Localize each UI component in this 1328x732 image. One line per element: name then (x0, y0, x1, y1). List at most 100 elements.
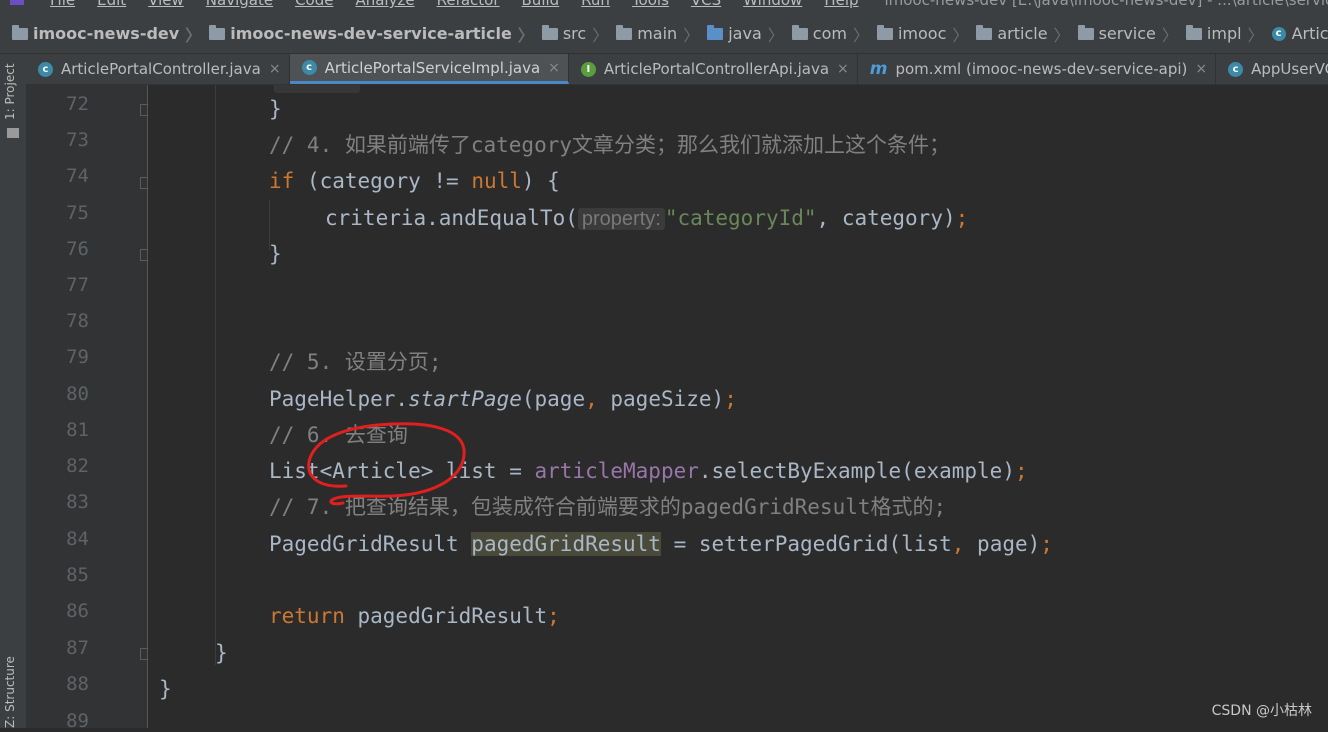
project-tool-button[interactable]: 1: Project (3, 63, 17, 120)
menu-tools[interactable]: Tools (632, 0, 669, 9)
menu-run[interactable]: Run (581, 0, 610, 9)
breadcrumb-item[interactable]: imooc-news-dev-service-article 〉 (201, 22, 534, 46)
line-number: 77 (66, 274, 89, 296)
tab-label: ArticlePortalServiceImpl.java (324, 58, 541, 77)
breadcrumb-item[interactable]: imooc 〉 (869, 22, 968, 46)
menu-code[interactable]: Code (295, 0, 333, 9)
tab-label: AppUserVO.java (1251, 60, 1328, 78)
code-line-72: } (269, 91, 282, 127)
line-number: 78 (66, 310, 89, 332)
code-token: (page (521, 387, 586, 411)
chevron-right-icon: 〉 (1161, 25, 1178, 45)
close-icon[interactable]: × (548, 60, 560, 76)
close-icon[interactable]: × (1195, 61, 1207, 77)
structure-tool-button[interactable]: Z: Structure (3, 656, 17, 728)
code-line-71 (274, 85, 360, 99)
menu-edit[interactable]: Edit (97, 0, 126, 9)
close-icon[interactable]: × (837, 61, 849, 77)
code-token: pageSize) (597, 387, 725, 411)
package-icon (876, 24, 893, 40)
code-line-88: } (159, 671, 172, 707)
code-token: } (269, 242, 282, 266)
line-number: 81 (66, 419, 89, 441)
parameter-hint (274, 85, 360, 93)
close-icon[interactable]: × (269, 61, 281, 77)
breadcrumb-item[interactable]: java 〉 (699, 22, 784, 46)
line-number: 83 (66, 491, 89, 513)
breadcrumb-item[interactable]: article 〉 (968, 22, 1070, 46)
code-string: "categoryId" (664, 206, 817, 230)
package-icon (791, 24, 808, 40)
line-number: 82 (66, 455, 89, 477)
chevron-right-icon: 〉 (952, 25, 969, 45)
code-token: page) (964, 532, 1041, 556)
breadcrumb-item[interactable]: service 〉 (1070, 22, 1178, 46)
breadcrumb-item[interactable]: main 〉 (608, 22, 699, 46)
code-line-73: // 4. 如果前端传了category文章分类；那么我们就添加上这个条件； (269, 127, 950, 163)
chevron-right-icon: 〉 (517, 25, 534, 45)
code-line-76: } (269, 236, 282, 272)
tab-article-portal-controller[interactable]: c ArticlePortalController.java × (26, 54, 290, 84)
code-keyword: null (471, 169, 522, 193)
tab-label: ArticlePortalController.java (61, 60, 261, 78)
window-title: imooc-news-dev [E:\java\imooc-news-dev] … (884, 0, 1328, 9)
code-token: PagedGridResult (269, 532, 472, 556)
menu-refactor[interactable]: Refactor (437, 0, 500, 9)
code-editor[interactable]: } // 4. 如果前端传了category文章分类；那么我们就添加上这个条件；… (148, 85, 1328, 728)
line-number: 84 (66, 528, 89, 550)
tab-article-portal-service-impl[interactable]: c ArticlePortalServiceImpl.java × (289, 54, 569, 84)
breadcrumb-label: java (728, 24, 762, 43)
chevron-right-icon: 〉 (1053, 25, 1070, 45)
code-comment: // 6. 去查询 (269, 423, 408, 447)
line-number-gutter[interactable]: 72 73 74 75 76 77 78 79 80 81 82 83 84 8… (27, 85, 152, 732)
menu-items: File Edit View Navigate Code Analyze Refactor B… (0, 0, 1328, 11)
tab-article-portal-controller-api[interactable]: I ArticlePortalControllerApi.java × (569, 54, 858, 84)
breadcrumb-item[interactable]: imooc-news-dev 〉 (0, 22, 201, 46)
line-number: 76 (66, 238, 89, 260)
breadcrumb-label: imooc-news-dev-service-article (230, 24, 512, 43)
chevron-right-icon: 〉 (185, 25, 202, 45)
breadcrumb-label: src (562, 24, 587, 43)
code-token: , (585, 387, 598, 411)
code-keyword: return (269, 604, 345, 628)
menu-analyze[interactable]: Analyze (355, 0, 414, 9)
menu-build[interactable]: Build (522, 0, 560, 9)
code-comment: // 7. 把查询结果，包装成符合前端要求的pagedGridResult格式的… (269, 495, 947, 519)
menu-navigate[interactable]: Navigate (206, 0, 273, 9)
code-line-74: if (category != null) { (269, 163, 560, 199)
code-token: ) { (521, 169, 560, 193)
code-line-81: // 6. 去查询 (269, 417, 408, 453)
breadcrumb-label: main (637, 24, 678, 43)
code-token: criteria.andEqualTo( (325, 206, 578, 230)
code-line-87: } (215, 635, 228, 671)
class-icon: c (1271, 26, 1286, 41)
tab-app-user-vo[interactable]: c AppUserVO.java (1216, 54, 1328, 84)
indent-guide (215, 85, 216, 665)
class-icon: c (1228, 61, 1244, 77)
menu-window[interactable]: Window (743, 0, 802, 9)
intellij-logo-icon (10, 0, 24, 5)
breadcrumb-item[interactable]: com 〉 (784, 22, 869, 46)
highlighted-variable: pagedGridResult (471, 532, 661, 556)
code-token: , (951, 532, 965, 556)
watermark: CSDN @小枯林 (1211, 703, 1312, 719)
line-number: 86 (66, 600, 89, 622)
code-token: PageHelper. (269, 387, 409, 411)
code-token: } (269, 97, 282, 121)
chevron-right-icon: 〉 (767, 25, 784, 45)
tab-pom-xml[interactable]: m pom.xml (imooc-news-dev-service-api) × (858, 54, 1217, 84)
breadcrumb-item[interactable]: src 〉 (534, 22, 608, 46)
chevron-right-icon: 〉 (852, 25, 869, 45)
breadcrumb-item[interactable]: c ArticlePortalServiceImpl (1264, 24, 1328, 43)
breadcrumb: imooc-news-dev 〉 imooc-news-dev-service-a… (0, 14, 1328, 54)
tab-label: pom.xml (imooc-news-dev-service-api) (895, 60, 1188, 78)
code-token: pagedGridResult (344, 604, 548, 628)
menu-vcs[interactable]: VCS (691, 0, 721, 9)
package-icon (1185, 24, 1202, 40)
line-number: 73 (66, 129, 89, 151)
menu-help[interactable]: Help (824, 0, 858, 9)
menu-view[interactable]: View (148, 0, 184, 9)
editor-tabs: c ArticlePortalController.java × c ArticleP… (26, 54, 1328, 85)
menu-file[interactable]: File (50, 0, 75, 9)
breadcrumb-item[interactable]: impl 〉 (1178, 22, 1264, 46)
